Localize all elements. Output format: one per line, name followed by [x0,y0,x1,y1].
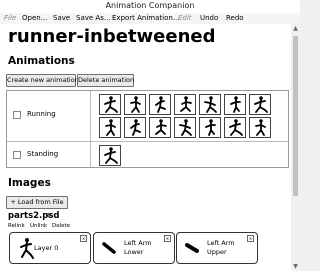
menu-redo[interactable]: Redo [226,14,244,22]
animations-list: Running Standing [6,90,289,168]
frame-thumbnail[interactable] [199,94,221,115]
frame-strip [90,142,288,167]
layer-close-icon[interactable]: ✕ [80,235,87,242]
frame-thumbnail[interactable] [249,117,271,138]
runner-figure-icon [130,119,141,136]
layer-name: Layer 0 [34,244,59,252]
scroll-up-icon[interactable]: ▲ [291,24,300,33]
animation-checkbox[interactable] [13,151,21,159]
frame-thumbnail[interactable] [99,145,121,166]
delete-link[interactable]: Delete [52,223,70,229]
animation-row-standing[interactable]: Standing [7,142,288,167]
create-animation-button[interactable]: Create new animation [6,74,79,87]
runner-figure-icon [205,119,216,136]
menu-save[interactable]: Save [53,14,70,22]
runner-figure-icon [130,96,141,113]
scroll-thumb[interactable] [293,36,298,196]
layer-name-line: Lower [124,248,144,256]
layer-thumbnail-runner-icon [20,238,34,259]
images-heading: Images [8,177,51,189]
animation-row-running[interactable]: Running [7,91,288,142]
eye-icon[interactable] [46,213,51,217]
frame-thumbnail[interactable] [249,94,271,115]
frame-thumbnail[interactable] [224,117,246,138]
runner-figure-icon [204,96,217,113]
menu-open[interactable]: Open... [22,14,47,22]
runner-figure-icon [179,119,192,136]
layer-thumbnail-arm-icon [185,243,199,253]
menu-save-as[interactable]: Save As... [76,14,111,22]
window-title: Animation Companion [105,1,195,10]
menu-file[interactable]: File [4,14,16,22]
animation-checkbox[interactable] [13,111,21,119]
frame-thumbnail[interactable] [149,94,171,115]
vertical-scrollbar[interactable]: ▲ ▼ [291,24,300,271]
frame-thumbnail[interactable] [124,94,146,115]
delete-animation-button[interactable]: Delete animation [77,74,134,87]
menu-undo[interactable]: Undo [200,14,218,22]
frame-thumbnail[interactable] [174,117,196,138]
runner-figure-icon [155,119,167,135]
frame-thumbnail[interactable] [99,94,121,115]
unlink-link[interactable]: Unlink [30,223,47,229]
runner-figure-icon [104,147,118,164]
runner-figure-icon [104,96,118,113]
runner-figure-icon [229,119,243,136]
layer-card[interactable]: Left Arm Lower ✕ [93,232,175,264]
layer-name-line: Left Arm [124,239,152,247]
layer-close-icon[interactable]: ✕ [247,235,254,242]
menu-edit[interactable]: Edit [178,14,192,22]
frame-thumbnail[interactable] [124,117,146,138]
animation-name: Standing [27,150,59,158]
layer-name-line: Left Arm [207,239,235,247]
load-from-file-button[interactable]: + Load from File [6,196,68,209]
runner-figure-icon [155,96,166,113]
runner-figure-icon [105,119,116,136]
image-file-name: parts2.psd [8,211,60,221]
frame-thumbnail[interactable] [199,117,221,138]
menu-bar: File Open... Save Save As... Export Anim… [0,13,300,24]
layer-thumbnail-arm-icon [102,242,116,254]
runner-figure-icon [230,96,241,113]
frame-strip [90,91,288,141]
menu-export[interactable]: Export Animation... [112,14,180,22]
frame-thumbnail[interactable] [224,94,246,115]
frame-thumbnail[interactable] [99,117,121,138]
layer-close-icon[interactable]: ✕ [164,235,171,242]
scroll-down-icon[interactable]: ▼ [291,262,300,271]
layer-name-line: Upper [207,248,227,256]
animation-name: Running [27,110,56,118]
frame-thumbnail[interactable] [149,117,171,138]
runner-figure-icon [255,119,266,136]
relink-link[interactable]: Relink [8,223,25,229]
layer-card[interactable]: Left Arm Upper ✕ [176,232,258,264]
runner-figure-icon [254,96,268,113]
frame-thumbnail[interactable] [174,94,196,115]
title-bar: Animation Companion [0,0,300,13]
animations-heading: Animations [8,55,75,67]
project-title: runner-inbetweened [8,26,216,47]
runner-figure-icon [180,96,192,112]
main-panel: runner-inbetweened Animations Create new… [0,24,291,271]
layer-card[interactable]: Layer 0 ✕ [9,232,91,264]
